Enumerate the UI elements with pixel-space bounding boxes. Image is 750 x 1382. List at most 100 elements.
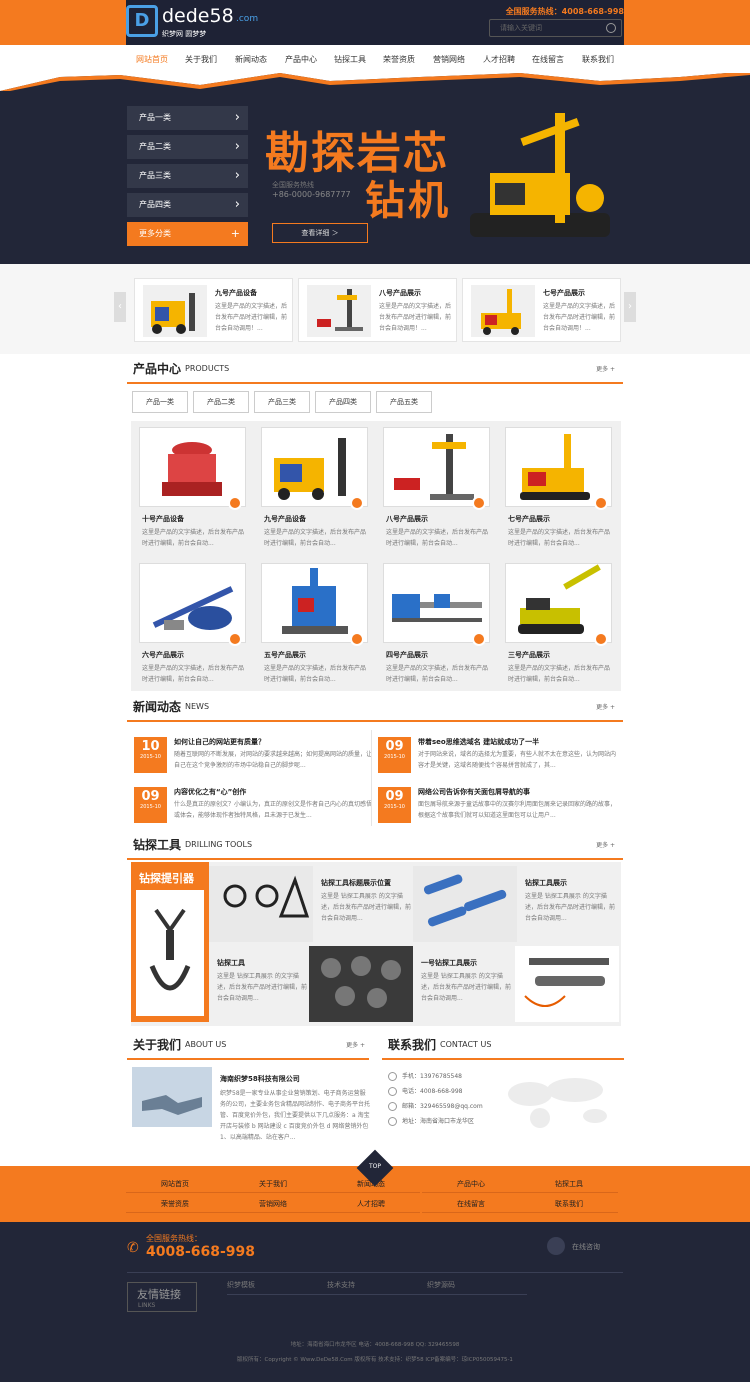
search-icon[interactable]	[606, 23, 616, 33]
more-link[interactable]: 更多 +	[596, 840, 615, 849]
nav-item-news[interactable]: 新闻动态	[226, 54, 276, 65]
zoom-icon[interactable]	[472, 496, 486, 510]
more-link[interactable]: 更多 +	[346, 1040, 365, 1049]
footer-nav-item[interactable]: 人才招聘	[322, 1196, 420, 1213]
product-tab[interactable]: 产品二类	[193, 391, 249, 413]
zoom-icon[interactable]	[350, 632, 364, 646]
slider-item[interactable]: 八号产品展示 这里是产品的文字描述，后台发布产品时进行编辑，前台会自动调用！..…	[298, 278, 457, 342]
online-consult-link[interactable]: 在线咨询	[572, 1242, 600, 1252]
product-image	[383, 427, 490, 507]
news-item[interactable]: 09 2015-10 网络公司告诉你有关面包屑导航的事 面包屑导航来源于童话故事中…	[378, 785, 618, 827]
nav-item-home[interactable]: 网站首页	[127, 54, 177, 65]
nav-item-contact[interactable]: 联系我们	[573, 54, 623, 65]
news-item[interactable]: 10 2015-10 如何让自己的网站更有质量？ 随着互联网的不断发展，对网站的要…	[134, 735, 374, 777]
product-card[interactable]: 六号产品展示 这里是产品的文字描述，后台发布产品时进行编辑，前台会自动...	[131, 557, 251, 687]
zoom-icon[interactable]	[350, 496, 364, 510]
zoom-icon[interactable]	[594, 496, 608, 510]
nav-item-about[interactable]: 关于我们	[176, 54, 226, 65]
zoom-icon[interactable]	[228, 632, 242, 646]
footer-nav-item[interactable]: 网站首页	[126, 1176, 224, 1193]
news-desc: 什么是真正的原创文？小编认为，真正的原创文是作者自己内心的真切感悟或体会，能够体…	[174, 801, 373, 819]
tool-item[interactable]: 钻探工具 这里是 钻探工具展示 的文字描述，后台发布产品时进行编辑，前台会自动调…	[209, 946, 309, 1022]
back-to-top-label[interactable]: TOP	[362, 1163, 388, 1170]
news-date: 09 2015-10	[378, 787, 411, 823]
chevron-left-icon[interactable]: ‹	[114, 292, 126, 322]
search-input[interactable]: 请输入关键词	[500, 23, 542, 33]
tools-feature-banner[interactable]: 钻探提引器	[131, 862, 209, 1022]
product-title: 三号产品展示	[508, 651, 550, 659]
footer-nav-item[interactable]: 钻探工具	[520, 1176, 618, 1193]
phone-icon	[388, 1087, 397, 1096]
news-item[interactable]: 09 2015-10 内容优化之有“心”创作 什么是真正的原创文？小编认为，真正的…	[134, 785, 374, 827]
footer-nav-item[interactable]: 荣誉资质	[126, 1196, 224, 1213]
footer-nav-item[interactable]: 在线留言	[422, 1196, 520, 1213]
news-month: 2015-10	[140, 754, 161, 760]
product-tab[interactable]: 产品一类	[132, 391, 188, 413]
footer-nav-item[interactable]: 产品中心	[422, 1176, 520, 1193]
search-box[interactable]: 请输入关键词	[489, 19, 622, 37]
tool-item[interactable]: 钻探工具标题展示位置 这里是 钻探工具展示 的文字描述，后台发布产品时进行编辑，…	[313, 866, 413, 942]
banner-wave-decoration	[0, 73, 750, 91]
world-map-image	[508, 1078, 607, 1128]
product-card[interactable]: 九号产品设备 这里是产品的文字描述，后台发布产品时进行编辑，前台会自动...	[253, 421, 373, 551]
slider-item[interactable]: 七号产品展示 这里是产品的文字描述，后台发布产品时进行编辑，前台会自动调用！..…	[462, 278, 621, 342]
logo-com: .com	[236, 14, 259, 24]
product-desc: 这里是产品的文字描述，后台发布产品时进行编辑，前台会自动...	[142, 529, 245, 547]
news-item[interactable]: 09 2015-10 带着seo思维选域名 建站就成功了一半 对于网站来说，域名的…	[378, 735, 618, 777]
slider-item[interactable]: 九号产品设备 这里是产品的文字描述，后台发布产品时进行编辑，前台会自动调用！..…	[134, 278, 293, 342]
more-categories-button[interactable]: 更多分类 +	[127, 222, 248, 246]
product-title: 十号产品设备	[142, 515, 184, 523]
friend-links-title-en: LINKS	[138, 1302, 156, 1309]
contact-email-text: 邮箱：329465598@qq.com	[402, 1103, 483, 1110]
product-tab[interactable]: 产品四类	[315, 391, 371, 413]
product-card[interactable]: 四号产品展示 这里是产品的文字描述，后台发布产品时进行编辑，前台会自动...	[375, 557, 495, 687]
product-tab[interactable]: 产品五类	[376, 391, 432, 413]
friend-link[interactable]: 织梦源码	[427, 1280, 527, 1295]
nav-item-jobs[interactable]: 人才招聘	[474, 54, 524, 65]
friend-link[interactable]: 技术支持	[327, 1280, 427, 1295]
tool-title: 钻探工具标题展示位置	[321, 879, 391, 887]
nav-item-honors[interactable]: 荣誉资质	[374, 54, 424, 65]
product-image	[139, 427, 246, 507]
site-logo[interactable]: D dede58 .com 织梦网 圆梦梦	[126, 5, 266, 41]
footer-nav-item[interactable]: 营销网络	[224, 1196, 322, 1213]
contact-address-text: 地址：海南省海口市龙华区	[402, 1118, 475, 1125]
tool-item[interactable]: 一号钻探工具展示 这里是 钻探工具展示 的文字描述，后台发布产品时进行编辑，前台…	[413, 946, 513, 1022]
product-tab[interactable]: 产品三类	[254, 391, 310, 413]
tool-image	[413, 866, 517, 942]
news-title[interactable]: 如何让自己的网站更有质量？	[174, 737, 265, 747]
zoom-icon[interactable]	[594, 632, 608, 646]
category-button-1[interactable]: 产品一类 ›	[127, 106, 248, 130]
more-link[interactable]: 更多 +	[596, 364, 615, 373]
product-card[interactable]: 十号产品设备 这里是产品的文字描述，后台发布产品时进行编辑，前台会自动...	[131, 421, 251, 551]
category-button-4[interactable]: 产品四类 ›	[127, 193, 248, 217]
zoom-icon[interactable]	[228, 496, 242, 510]
nav-item-products[interactable]: 产品中心	[276, 54, 326, 65]
product-card[interactable]: 八号产品展示 这里是产品的文字描述，后台发布产品时进行编辑，前台会自动...	[375, 421, 495, 551]
footer-nav-item[interactable]: 关于我们	[224, 1176, 322, 1193]
tool-item[interactable]: 钻探工具展示 这里是 钻探工具展示 的文字描述，后台发布产品时进行编辑，前台会自…	[517, 866, 617, 942]
nav-item-network[interactable]: 营销网络	[424, 54, 474, 65]
more-link[interactable]: 更多 +	[596, 702, 615, 711]
news-title[interactable]: 内容优化之有“心”创作	[174, 787, 246, 797]
chevron-right-icon[interactable]: ›	[624, 292, 636, 322]
product-desc: 这里是产品的文字描述，后台发布产品时进行编辑，前台会自动...	[142, 665, 245, 683]
tool-desc: 这里是 钻探工具展示 的文字描述，后台发布产品时进行编辑，前台会自动调用...	[321, 893, 412, 922]
section-title-en: PRODUCTS	[185, 364, 230, 373]
view-details-button[interactable]: 查看详细 ＞	[272, 223, 368, 243]
product-card[interactable]: 七号产品展示 这里是产品的文字描述，后台发布产品时进行编辑，前台会自动...	[497, 421, 617, 551]
zoom-icon[interactable]	[472, 632, 486, 646]
nav-item-message[interactable]: 在线留言	[523, 54, 573, 65]
product-card[interactable]: 五号产品展示 这里是产品的文字描述，后台发布产品时进行编辑，前台会自动...	[253, 557, 373, 687]
news-title[interactable]: 网络公司告诉你有关面包屑导航的事	[418, 787, 530, 797]
category-button-3[interactable]: 产品三类 ›	[127, 164, 248, 188]
news-title[interactable]: 带着seo思维选域名 建站就成功了一半	[418, 737, 539, 747]
contact-address: 地址：海南省海口市龙华区	[388, 1116, 474, 1126]
chat-icon[interactable]	[547, 1237, 565, 1255]
nav-item-tools[interactable]: 钻探工具	[325, 54, 375, 65]
category-button-2[interactable]: 产品二类 ›	[127, 135, 248, 159]
category-label: 产品一类	[139, 113, 171, 122]
footer-nav-item[interactable]: 联系我们	[520, 1196, 618, 1213]
product-card[interactable]: 三号产品展示 这里是产品的文字描述，后台发布产品时进行编辑，前台会自动...	[497, 557, 617, 687]
friend-link[interactable]: 织梦模板	[227, 1280, 327, 1295]
